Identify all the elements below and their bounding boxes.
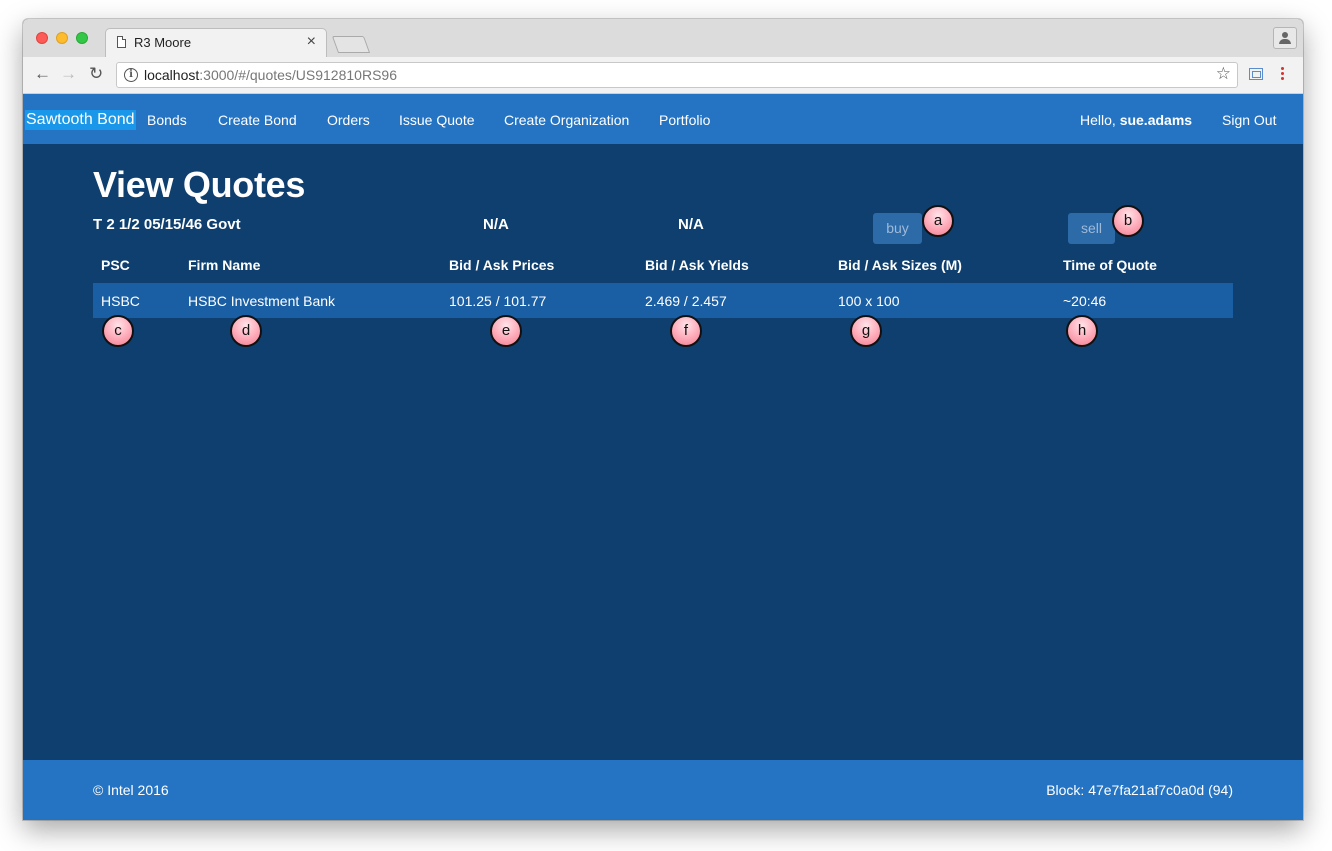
browser-window: R3 Moore × ← → ↻ i localhost:3000/#/quot… xyxy=(23,19,1303,820)
column-header-psc: PSC xyxy=(101,257,130,273)
nav-link-create-bond[interactable]: Create Bond xyxy=(218,112,297,128)
cell-psc: HSBC xyxy=(101,293,140,309)
yield-summary: N/A xyxy=(678,216,704,233)
nav-link-issue-quote[interactable]: Issue Quote xyxy=(399,112,475,128)
menu-icon[interactable] xyxy=(1281,67,1285,82)
annotation-marker-b: b xyxy=(1112,205,1144,237)
bookmark-star-icon[interactable]: ☆ xyxy=(1216,64,1231,84)
window-minimize-button[interactable] xyxy=(56,32,68,44)
column-header-prices: Bid / Ask Prices xyxy=(449,257,555,273)
column-header-sizes: Bid / Ask Sizes (M) xyxy=(838,257,962,273)
cell-sizes: 100 x 100 xyxy=(838,293,900,309)
tab-close-icon[interactable]: × xyxy=(307,33,316,51)
username: sue.adams xyxy=(1119,112,1193,128)
nav-link-create-organization[interactable]: Create Organization xyxy=(504,112,629,128)
window-maximize-button[interactable] xyxy=(76,32,88,44)
copyright-text: © Intel 2016 xyxy=(93,782,169,798)
url-path: :3000/#/quotes/US912810RS96 xyxy=(199,67,397,83)
annotation-marker-d: d xyxy=(230,315,262,347)
nav-link-orders[interactable]: Orders xyxy=(327,112,370,128)
info-icon[interactable]: i xyxy=(124,68,138,82)
annotation-marker-g: g xyxy=(850,315,882,347)
tab-title: R3 Moore xyxy=(134,35,192,50)
sign-out-link[interactable]: Sign Out xyxy=(1222,112,1276,128)
address-bar[interactable]: i localhost:3000/#/quotes/US912810RS96 ☆ xyxy=(116,62,1238,88)
new-tab-button[interactable] xyxy=(331,36,371,53)
buy-button[interactable]: buy xyxy=(873,213,922,244)
page-title: View Quotes xyxy=(93,164,306,205)
column-header-yields: Bid / Ask Yields xyxy=(645,257,749,273)
annotation-marker-c: c xyxy=(102,315,134,347)
user-greeting: Hello, sue.adams xyxy=(1080,112,1192,128)
main-content: View Quotes T 2 1/2 05/15/46 Govt N/A N/… xyxy=(23,144,1303,760)
cell-yields: 2.469 / 2.457 xyxy=(645,293,727,309)
cell-time: ~20:46 xyxy=(1063,293,1107,309)
cell-prices: 101.25 / 101.77 xyxy=(449,293,547,309)
price-summary: N/A xyxy=(483,216,509,233)
forward-icon[interactable]: → xyxy=(60,65,77,83)
back-icon[interactable]: ← xyxy=(34,65,51,83)
cell-firm-name: HSBC Investment Bank xyxy=(188,293,336,309)
brand-link[interactable]: Sawtooth Bond xyxy=(25,110,136,130)
cast-icon[interactable] xyxy=(1249,68,1263,80)
title-bar: R3 Moore × xyxy=(23,19,1303,58)
column-header-time: Time of Quote xyxy=(1063,257,1157,273)
nav-link-bonds[interactable]: Bonds xyxy=(147,112,187,128)
annotation-marker-e: e xyxy=(490,315,522,347)
annotation-marker-a: a xyxy=(922,205,954,237)
sell-button[interactable]: sell xyxy=(1068,213,1115,244)
annotation-marker-h: h xyxy=(1066,315,1098,347)
greeting-text: Hello, xyxy=(1080,112,1120,128)
annotation-marker-f: f xyxy=(670,315,702,347)
app-navbar: Sawtooth Bond Bonds Create Bond Orders I… xyxy=(23,94,1303,144)
browser-tab[interactable]: R3 Moore × xyxy=(105,28,327,58)
reload-icon[interactable]: ↻ xyxy=(89,65,103,83)
bond-name: T 2 1/2 05/15/46 Govt xyxy=(93,216,241,233)
browser-toolbar: ← → ↻ i localhost:3000/#/quotes/US912810… xyxy=(23,57,1303,94)
url-text[interactable]: localhost:3000/#/quotes/US912810RS96 xyxy=(144,67,397,83)
profile-icon[interactable] xyxy=(1273,27,1297,49)
block-info: Block: 47e7fa21af7c0a0d (94) xyxy=(1046,782,1233,798)
url-host: localhost xyxy=(144,67,200,83)
nav-link-portfolio[interactable]: Portfolio xyxy=(659,112,710,128)
table-row[interactable]: HSBC HSBC Investment Bank 101.25 / 101.7… xyxy=(93,283,1233,318)
column-header-firm-name: Firm Name xyxy=(188,257,261,273)
document-icon xyxy=(117,36,126,48)
window-close-button[interactable] xyxy=(36,32,48,44)
footer: © Intel 2016 Block: 47e7fa21af7c0a0d (94… xyxy=(23,760,1303,820)
